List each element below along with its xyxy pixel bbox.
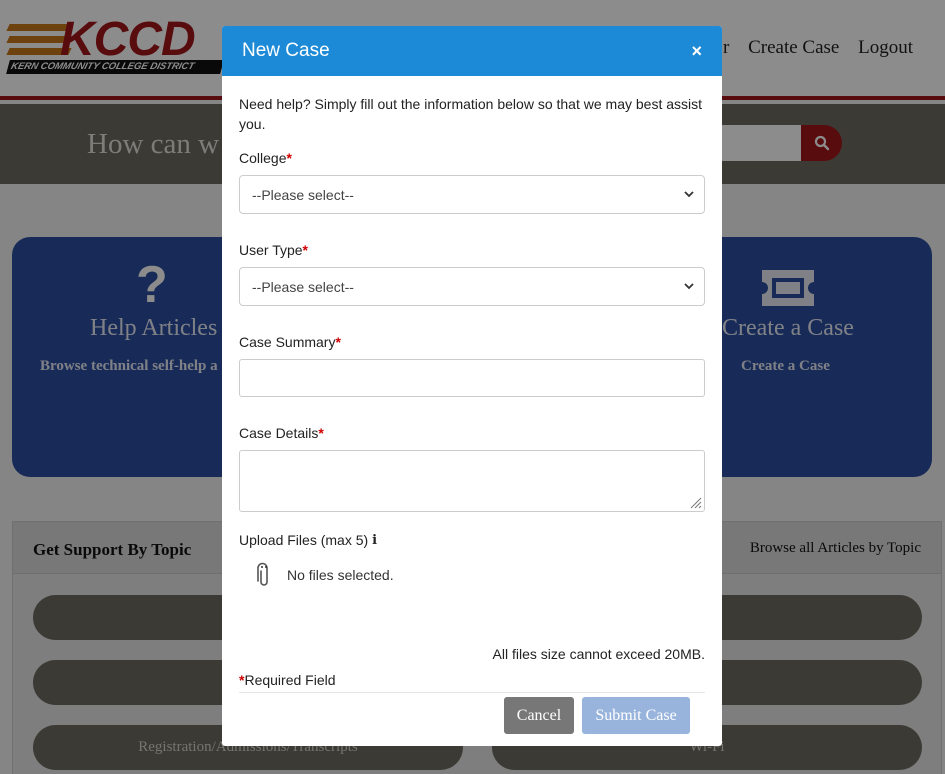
chevron-down-icon (684, 283, 694, 290)
required-field-note: *Required Field (239, 672, 705, 693)
case-summary-input[interactable] (239, 359, 705, 397)
case-details-label-text: Case Details (239, 425, 319, 441)
resize-grip-icon[interactable] (688, 495, 702, 509)
modal-title: New Case (242, 40, 330, 61)
user-type-label: User Type* (239, 242, 705, 258)
required-asterisk: * (318, 425, 324, 441)
cancel-button[interactable]: Cancel (504, 697, 574, 734)
file-size-note: All files size cannot exceed 20MB. (492, 646, 705, 662)
required-field-text: Required Field (244, 672, 336, 688)
upload-files-label-text: Upload Files (max 5) (239, 532, 369, 548)
chevron-down-icon (684, 191, 694, 198)
case-details-textarea[interactable] (239, 450, 705, 512)
modal-header: New Case × (222, 26, 722, 76)
college-select-value: --Please select-- (252, 186, 354, 203)
user-type-select[interactable]: --Please select-- (239, 267, 705, 306)
case-summary-label-text: Case Summary (239, 334, 336, 350)
file-status: No files selected. (287, 567, 394, 583)
case-summary-label: Case Summary* (239, 334, 705, 350)
modal-footer: Cancel Submit Case (222, 693, 722, 734)
info-icon[interactable]: i (372, 533, 377, 548)
college-label-text: College (239, 150, 287, 166)
modal-body: Need help? Simply fill out the informati… (222, 76, 722, 693)
new-case-modal: New Case × Need help? Simply fill out th… (222, 26, 722, 746)
submit-case-button[interactable]: Submit Case (582, 697, 690, 734)
college-select[interactable]: --Please select-- (239, 175, 705, 214)
intro-text: Need help? Simply fill out the informati… (239, 96, 703, 132)
case-details-label: Case Details* (239, 425, 705, 441)
file-picker[interactable]: No files selected. (255, 562, 705, 588)
required-asterisk: * (302, 242, 308, 258)
user-type-select-value: --Please select-- (252, 278, 354, 295)
required-asterisk: * (286, 150, 292, 166)
college-label: College* (239, 150, 705, 166)
paperclip-icon[interactable] (255, 562, 273, 588)
close-icon[interactable]: × (691, 41, 702, 62)
required-asterisk: * (335, 334, 341, 350)
upload-files-label: Upload Files (max 5) i (239, 532, 705, 548)
user-type-label-text: User Type (239, 242, 303, 258)
